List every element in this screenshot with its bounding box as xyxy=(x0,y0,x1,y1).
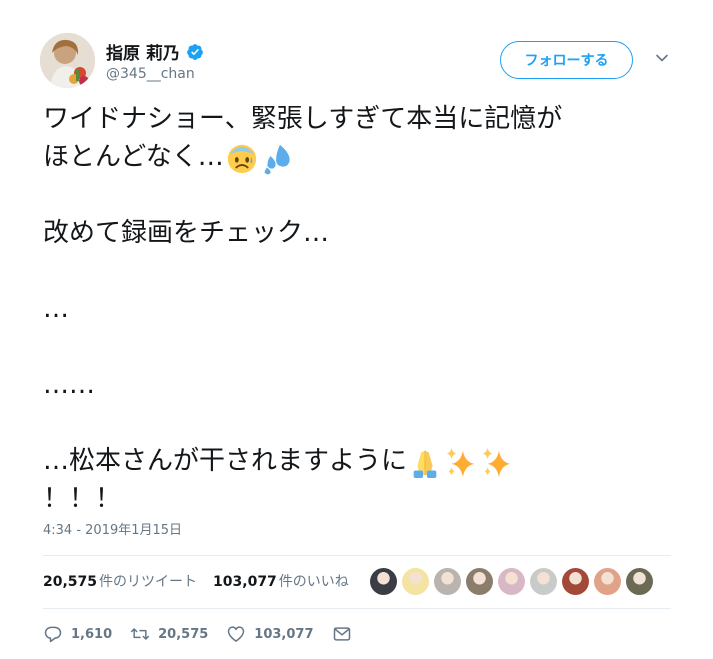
reply-icon xyxy=(44,626,62,643)
like-stat[interactable]: 103,077 件のいいね xyxy=(213,571,349,591)
liker-avatar[interactable] xyxy=(498,568,525,595)
liker-avatar[interactable] xyxy=(434,568,461,595)
like-count: 103,077 xyxy=(213,574,277,590)
liker-avatar[interactable] xyxy=(402,568,429,595)
tweet-line: …松本さんが干されますように xyxy=(43,442,683,480)
tweet-line: 改めて録画をチェック… xyxy=(43,218,330,248)
tweet-line: ほとんどなく… xyxy=(43,138,683,176)
tweet-timestamp[interactable]: 4:34 - 2019年1月15日 xyxy=(43,519,182,538)
display-name-text[interactable]: 指原 莉乃 xyxy=(106,39,180,64)
envelope-icon xyxy=(333,627,350,641)
sparkles-emoji xyxy=(446,447,475,477)
display-name[interactable]: 指原 莉乃 xyxy=(106,39,204,64)
sweat-droplets-emoji xyxy=(264,144,290,174)
tweet-line-text: …松本さんが干されますように xyxy=(43,446,408,476)
tweet-line: ！！！ xyxy=(43,484,122,514)
verified-badge-icon xyxy=(187,43,203,60)
user-handle[interactable]: @345__chan xyxy=(106,66,195,82)
chevron-down-icon[interactable] xyxy=(655,51,669,65)
retweet-button[interactable]: 20,575 xyxy=(130,624,208,644)
tweet-line: ワイドナショー、緊張しすぎて本当に記憶が xyxy=(43,104,563,134)
anxious-face-emoji xyxy=(227,144,256,173)
reply-button[interactable]: 1,610 xyxy=(43,624,112,644)
liker-avatar[interactable] xyxy=(530,568,557,595)
divider xyxy=(43,555,671,556)
like-button[interactable]: 103,077 xyxy=(226,624,314,644)
liker-avatar[interactable] xyxy=(594,568,621,595)
like-stat-label: 件のいいね xyxy=(278,574,349,590)
tweet-stats: 20,575 件のリツイート 103,077 件のいいね xyxy=(43,571,365,591)
sparkles-emoji xyxy=(482,447,511,477)
liker-avatars xyxy=(370,568,658,595)
retweet-stat[interactable]: 20,575 件のリツイート xyxy=(43,571,197,591)
reply-count: 1,610 xyxy=(71,626,113,642)
retweet-count: 20,575 xyxy=(43,574,98,590)
folded-hands-emoji xyxy=(413,450,437,478)
tweet-text: ワイドナショー、緊張しすぎて本当に記憶が ほとんどなく… 改めて録画をチェック…… xyxy=(43,100,683,518)
divider xyxy=(43,608,671,609)
user-avatar[interactable] xyxy=(40,33,95,88)
retweet-count-action: 20,575 xyxy=(158,626,209,642)
tweet-line-text: ほとんどなく… xyxy=(43,142,224,172)
like-count-action: 103,077 xyxy=(254,626,314,642)
retweet-icon xyxy=(131,628,150,640)
retweet-stat-label: 件のリツイート xyxy=(99,574,198,590)
tweet-header: 指原 莉乃 @345__chan フォローする xyxy=(40,33,680,89)
heart-icon xyxy=(228,626,245,642)
follow-button[interactable]: フォローする xyxy=(500,41,633,79)
liker-avatar[interactable] xyxy=(370,568,397,595)
direct-message-button[interactable] xyxy=(332,624,360,644)
liker-avatar[interactable] xyxy=(562,568,589,595)
tweet-line: …… xyxy=(43,370,95,400)
tweet-actions: 1,610 20,575 103,077 xyxy=(43,624,378,644)
liker-avatar[interactable] xyxy=(466,568,493,595)
liker-avatar[interactable] xyxy=(626,568,653,595)
tweet-line: … xyxy=(43,294,69,324)
